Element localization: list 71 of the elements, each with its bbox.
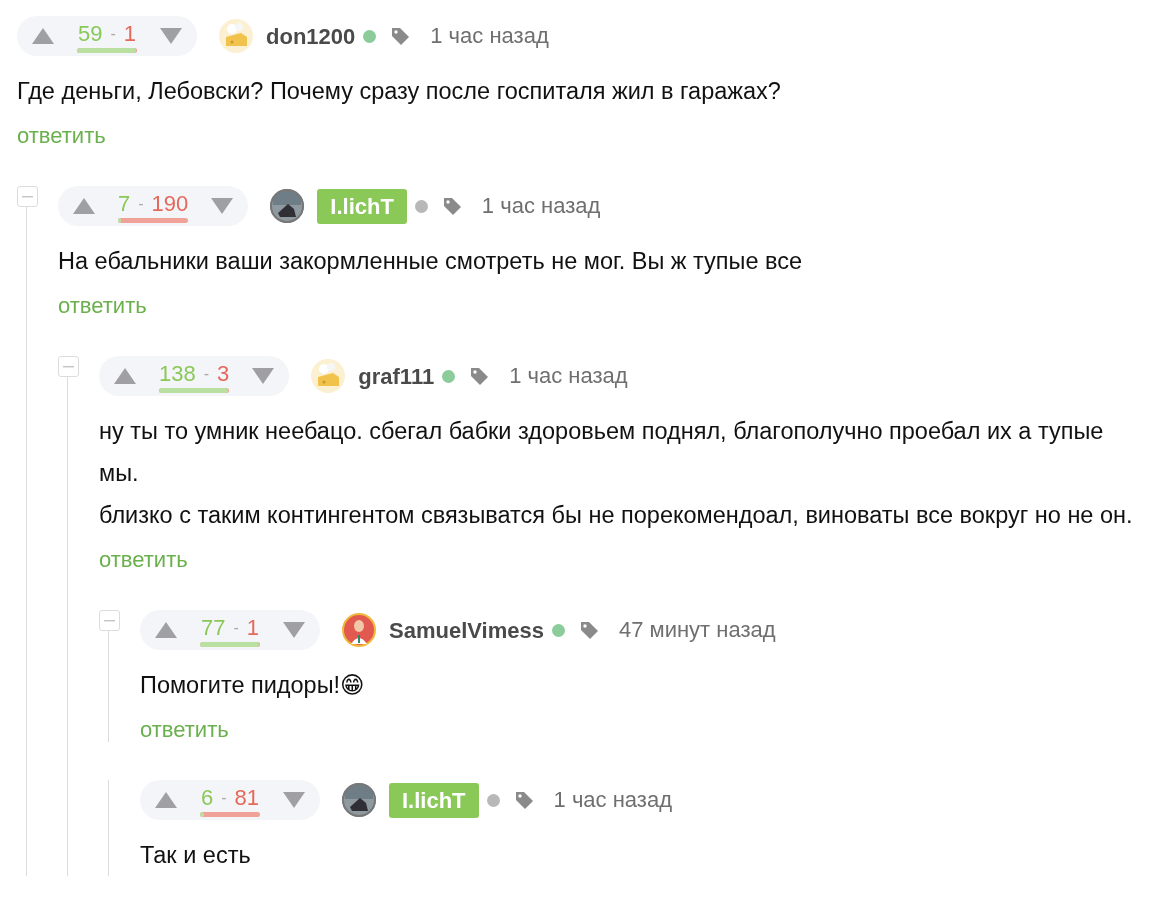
rating-bar xyxy=(159,387,230,393)
minus-count: 1 xyxy=(246,615,260,640)
upvote-icon xyxy=(32,28,54,44)
username[interactable]: don1200 xyxy=(266,23,356,49)
upvote-button[interactable] xyxy=(31,26,55,46)
timestamp: 47 минут назад xyxy=(618,617,776,643)
upvote-button[interactable] xyxy=(154,620,178,640)
minus-icon xyxy=(22,195,33,198)
plus-count: 7 xyxy=(118,191,131,216)
comment-text: Где деньги, Лебовски? Почему сразу после госпиталя жил в гаражах? xyxy=(17,77,782,106)
tag-icon[interactable] xyxy=(578,620,599,640)
downvote-button[interactable] xyxy=(251,366,276,386)
upvote-icon xyxy=(155,622,177,638)
minus-count: 190 xyxy=(151,191,189,216)
tag-icon[interactable] xyxy=(513,790,534,810)
minus-count: 1 xyxy=(123,21,137,46)
rating-separator: - xyxy=(203,363,210,384)
downvote-icon xyxy=(252,368,275,384)
comment-text: На ебальники ваши закормленные смотреть не мог. Вы ж тупые все xyxy=(58,247,804,276)
minus-count: 3 xyxy=(217,361,230,386)
minus-count: 81 xyxy=(234,785,260,810)
downvote-button[interactable] xyxy=(159,26,183,46)
reply-link[interactable]: ответить xyxy=(140,718,229,742)
tag-icon[interactable] xyxy=(390,26,411,46)
downvote-button[interactable] xyxy=(282,620,306,640)
tag-icon[interactable] xyxy=(469,366,490,386)
downvote-icon xyxy=(283,792,305,808)
plus-count: 59 xyxy=(77,21,103,46)
timestamp: 1 час назад xyxy=(553,787,673,813)
downvote-button[interactable] xyxy=(210,196,235,216)
rating-bar xyxy=(200,641,260,647)
minus-icon xyxy=(104,619,115,622)
rating-separator: - xyxy=(138,193,144,214)
reply-link[interactable]: ответить xyxy=(58,294,147,318)
tag-icon[interactable] xyxy=(441,196,462,216)
downvote-button[interactable] xyxy=(282,790,306,810)
username[interactable]: SamuelVimess xyxy=(389,617,544,643)
upvote-icon xyxy=(155,792,177,808)
timestamp: 1 час назад xyxy=(430,23,549,49)
minus-icon xyxy=(63,365,74,368)
plus-count: 6 xyxy=(200,785,214,810)
reply-link[interactable]: ответить xyxy=(17,124,106,148)
upvote-icon xyxy=(73,198,95,214)
collapse-button[interactable] xyxy=(17,186,38,207)
collapse-button[interactable] xyxy=(99,610,120,631)
reply-link[interactable]: ответить xyxy=(99,548,188,572)
comment-text: Так и есть xyxy=(140,841,252,870)
downvote-icon xyxy=(283,622,305,638)
plus-count: 138 xyxy=(159,361,196,386)
rating-bar xyxy=(118,217,189,223)
comment-text: ну ты то умник неебацо. сбегал бабки здоровьем поднял, благополучно проебал их а тупые мы. xyxy=(99,417,1105,488)
timestamp: 1 час назад xyxy=(481,193,601,219)
username[interactable]: graf111 xyxy=(358,363,435,389)
rating-bar xyxy=(77,47,137,53)
comment-text: близко с таким контингентом связыватся бы не порекомендоал, виноваты все вокруг но не он. xyxy=(99,501,1134,530)
plus-count: 77 xyxy=(200,615,226,640)
timestamp: 1 час назад xyxy=(509,363,628,389)
downvote-icon xyxy=(160,28,182,44)
collapse-button[interactable] xyxy=(58,356,79,377)
rating-separator: - xyxy=(110,23,116,44)
downvote-icon xyxy=(211,198,234,214)
rating-separator: - xyxy=(221,787,227,808)
upvote-button[interactable] xyxy=(154,790,178,810)
rating-bar xyxy=(200,811,260,817)
username[interactable]: I.lichT xyxy=(389,782,479,818)
username[interactable]: I.lichT xyxy=(317,188,407,224)
upvote-icon xyxy=(114,368,136,384)
comment-text: Помогите пидоры!😁 xyxy=(140,671,366,700)
upvote-button[interactable] xyxy=(72,196,96,216)
rating-separator: - xyxy=(233,617,239,638)
upvote-button[interactable] xyxy=(113,366,137,386)
